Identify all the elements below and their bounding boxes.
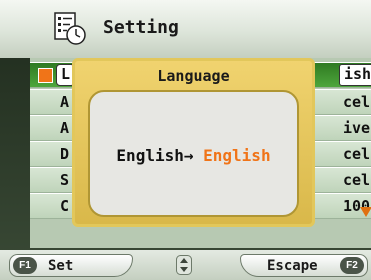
dialog-title: Language — [157, 67, 230, 85]
footer-bar: F1 Set Escape F2 — [0, 250, 371, 280]
escape-button-label: Escape — [267, 258, 318, 274]
f1-key-icon: F1 — [13, 257, 37, 274]
up-down-arrows-icon — [176, 255, 192, 275]
f2-key-icon: F2 — [340, 257, 364, 274]
set-button-label: Set — [48, 258, 74, 274]
selection-marker-icon — [38, 68, 53, 83]
page-title: Setting — [103, 17, 179, 38]
list-item-value: ive — [343, 119, 371, 137]
dialog-body: English→ English — [88, 90, 299, 217]
setting-icon — [54, 12, 86, 45]
escape-button[interactable]: Escape F2 — [240, 254, 368, 277]
list-item-value: cel — [343, 93, 371, 111]
list-item-label: C — [60, 197, 70, 215]
list-item-value: ish — [339, 64, 371, 86]
list-item-label: D — [60, 145, 70, 163]
list-item-label: A — [60, 93, 70, 111]
arrow-icon: → — [183, 146, 194, 165]
list-item-label: A — [60, 119, 70, 137]
list-item-value: cel — [343, 145, 371, 163]
header-bar: Setting — [0, 0, 371, 58]
scroll-down-icon[interactable] — [360, 207, 371, 217]
language-change-text: English→ English — [90, 146, 297, 165]
new-language[interactable]: English — [203, 146, 270, 165]
list-item-label: S — [60, 171, 70, 189]
camera-screen: Setting L ish A cel A ive D cel S cel C … — [0, 0, 371, 280]
current-language: English — [116, 146, 184, 165]
list-item-value: cel — [343, 171, 371, 189]
language-dialog: Language English→ English — [72, 58, 315, 227]
set-button[interactable]: F1 Set — [9, 254, 133, 277]
